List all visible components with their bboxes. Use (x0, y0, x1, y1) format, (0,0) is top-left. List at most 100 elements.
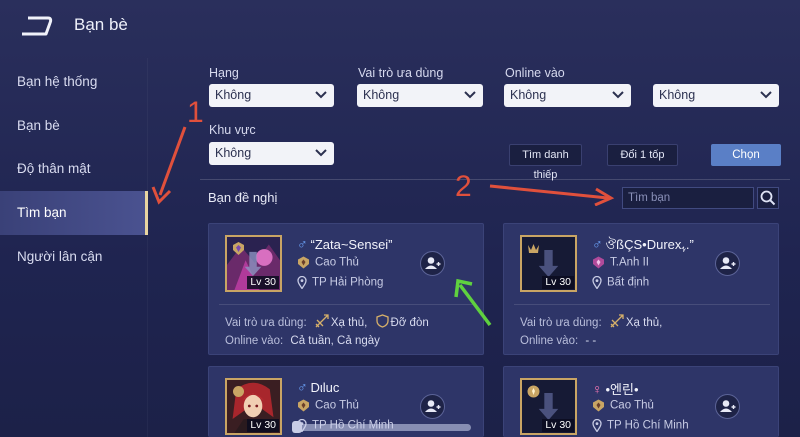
male-icon: ♂ (297, 379, 308, 395)
chevron-down-icon (315, 149, 327, 157)
player-rank: Cao Thủ (297, 399, 359, 412)
sidebar-item-friends[interactable]: Bạn bè (0, 104, 148, 148)
level-badge: Lv 30 (247, 276, 279, 289)
horizontal-scrollbar[interactable] (295, 424, 471, 431)
friend-card[interactable]: Lv 30 ♂ ঔßÇS•Durexﮩ.” T.Anh II Bất định V… (503, 223, 779, 355)
online-time-select[interactable]: Không (653, 84, 779, 107)
add-friend-icon (720, 257, 736, 269)
player-name-text: “Zata~Sensei” (310, 237, 393, 252)
add-friend-icon (720, 400, 736, 412)
online-times-label: Online vào: (225, 335, 284, 347)
location-pin-icon (297, 276, 307, 289)
online-times-label: Online vào: (520, 335, 579, 347)
role-filter-label: Vai trò ưa dùng (358, 66, 444, 80)
male-icon: ♂ (297, 236, 308, 252)
region-select-value: Không (215, 146, 252, 160)
player-name-text: ঔßÇS•Durexﮩ.” (605, 237, 694, 252)
role-select[interactable]: Không (357, 84, 483, 107)
player-location: TP Hải Phòng (297, 276, 383, 289)
online-filter-label: Online vào (505, 66, 565, 80)
player-location-text: TP Hải Phòng (312, 276, 384, 289)
role-select-value: Không (363, 88, 400, 102)
back-icon[interactable] (18, 14, 54, 38)
chevron-down-icon (760, 91, 772, 99)
change-batch-button[interactable]: Đổi 1 tốp (607, 144, 678, 166)
male-icon: ♂ (592, 236, 603, 252)
player-rank-text: Cao Thủ (315, 256, 359, 269)
annotation-number-2: 2 (455, 170, 472, 203)
sidebar: Bạn hệ thống Bạn bè Độ thân mật Tìm bạn … (0, 58, 148, 437)
preferred-roles-label: Vai trò ưa dùng: (520, 317, 602, 329)
online-day-value: Không (510, 88, 547, 102)
region-select[interactable]: Không (209, 142, 334, 165)
search-icon (760, 190, 776, 206)
player-name: ♂ Dιluc (297, 379, 339, 395)
online-time-value: Không (659, 88, 696, 102)
player-location-text: Bất định (607, 276, 650, 289)
add-friend-icon (425, 400, 441, 412)
role-marksman: Xạ thủ, (315, 314, 367, 329)
preferred-roles: Vai trò ưa dùng: Xạ thủ, (520, 314, 662, 329)
add-friend-button[interactable] (420, 251, 445, 276)
annotation-arrow-1-icon (151, 126, 187, 205)
rank-icon (593, 256, 604, 269)
friend-card[interactable]: Lv 30 ♀ •엔린• Cao Thủ TP Hồ Chí Minh (503, 366, 779, 437)
chevron-down-icon (612, 91, 624, 99)
location-pin-icon (592, 276, 602, 289)
find-namecard-button[interactable]: Tìm danh thiếp (509, 144, 582, 181)
player-rank-text: Cao Thủ (610, 399, 654, 412)
rank-icon (298, 399, 309, 412)
player-name: ♂ ঔßÇS•Durexﮩ.” (592, 236, 694, 257)
player-rank: Cao Thủ (297, 256, 359, 269)
avatar: Lv 30 (520, 378, 577, 435)
marksman-icon (610, 314, 624, 328)
scrollbar-thumb[interactable] (292, 421, 302, 433)
rank-badge-icon (528, 244, 539, 253)
rank-badge-icon (233, 242, 244, 255)
preferred-roles: Vai trò ưa dùng: Xạ thủ, Đỡ đòn (225, 314, 429, 329)
role-marksman-text: Xạ thủ, (330, 317, 368, 329)
tank-shield-icon (375, 314, 389, 328)
role-marksman-text: Xạ thủ, (625, 317, 663, 329)
add-friend-button[interactable] (715, 394, 740, 419)
choose-button[interactable]: Chọn (711, 144, 781, 166)
friend-card[interactable]: Lv 30 ♂ “Zata~Sensei” Cao Thủ TP Hải Phòn… (208, 223, 484, 355)
location-pin-icon (592, 419, 602, 432)
rank-select-value: Không (215, 88, 252, 102)
sidebar-item-nearby[interactable]: Người lân cận (0, 235, 148, 279)
search-button[interactable] (757, 187, 779, 209)
chevron-down-icon (315, 91, 327, 99)
add-friend-button[interactable] (420, 394, 445, 419)
rank-filter-label: Hạng (209, 66, 239, 80)
rank-badge-icon (527, 385, 540, 398)
player-name: ♀ •엔린• (592, 379, 639, 398)
female-icon: ♀ (592, 381, 603, 397)
page-title: Bạn bè (74, 15, 128, 34)
rank-select[interactable]: Không (209, 84, 334, 107)
player-location: TP Hồ Chí Minh (592, 419, 689, 432)
avatar: Lv 30 (225, 235, 282, 292)
preferred-roles-label: Vai trò ưa dùng: (225, 317, 307, 329)
sidebar-item-system-friends[interactable]: Bạn hệ thống (0, 60, 148, 104)
online-times: Online vào: Cả tuần, Cả ngày (225, 335, 380, 347)
role-tank-text: Đỡ đòn (390, 317, 429, 329)
online-day-select[interactable]: Không (504, 84, 631, 107)
chevron-down-icon (464, 91, 476, 99)
annotation-number-1: 1 (187, 96, 204, 129)
suggested-friends-title: Bạn đề nghị (208, 190, 278, 205)
avatar: Lv 30 (520, 235, 577, 292)
sidebar-item-intimacy[interactable]: Độ thân mật (0, 147, 148, 191)
player-location: Bất định (592, 276, 649, 289)
player-rank-text: T.Anh II (610, 256, 649, 269)
player-rank: T.Anh II (592, 256, 649, 269)
friend-search-input[interactable] (622, 187, 754, 209)
sidebar-item-find-friends[interactable]: Tìm bạn (0, 191, 148, 235)
section-divider (200, 179, 790, 180)
add-friend-button[interactable] (715, 251, 740, 276)
level-badge: Lv 30 (247, 419, 279, 432)
add-friend-icon (425, 257, 441, 269)
role-marksman: Xạ thủ, (610, 314, 662, 329)
avatar: Lv 30 (225, 378, 282, 435)
rank-badge-icon (233, 386, 244, 397)
online-times-value: Cả tuần, Cả ngày (290, 335, 380, 347)
